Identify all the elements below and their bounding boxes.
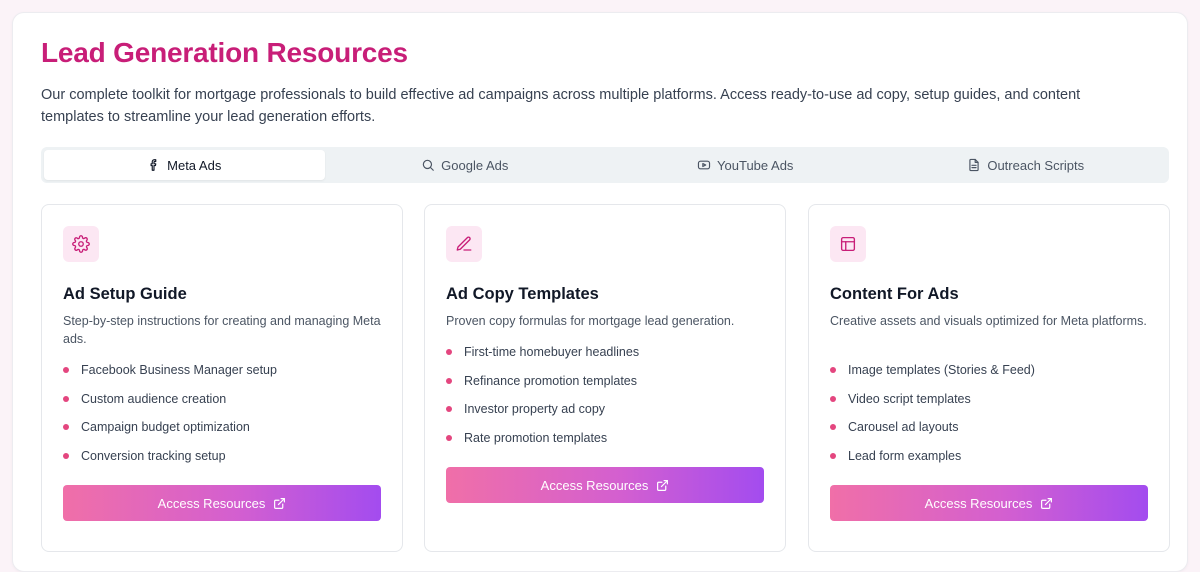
platform-tabs: Meta Ads Google Ads YouTube Ads Outreach… <box>41 147 1169 183</box>
list-item: Investor property ad copy <box>446 395 766 424</box>
feature-text: Investor property ad copy <box>464 402 606 417</box>
card-ad-copy-templates: Ad Copy Templates Proven copy formulas f… <box>424 204 786 552</box>
feature-text: Custom audience creation <box>81 391 227 406</box>
card-icon-badge <box>63 226 99 262</box>
feature-text: First-time homebuyer headlines <box>464 345 640 360</box>
resources-panel: Lead Generation Resources Our complete t… <box>12 12 1188 572</box>
list-item: Refinance promotion templates <box>446 367 766 396</box>
feature-text: Facebook Business Manager setup <box>81 363 277 378</box>
tab-label: Meta Ads <box>167 157 222 173</box>
bullet-dot <box>446 406 452 413</box>
pencil-icon <box>456 236 472 251</box>
bullet-dot <box>63 452 69 459</box>
access-resources-button[interactable]: Access Resources <box>63 485 381 521</box>
external-link-icon <box>657 479 669 491</box>
bullet-dot <box>63 395 69 402</box>
feature-text: Conversion tracking setup <box>81 448 226 463</box>
feature-text: Campaign budget optimization <box>81 420 250 435</box>
card-title: Ad Setup Guide <box>63 285 187 303</box>
access-resources-button[interactable]: Access Resources <box>446 467 764 503</box>
bullet-dot <box>63 367 69 374</box>
feature-text: Image templates (Stories & Feed) <box>848 363 1035 378</box>
tab-google-ads[interactable]: Google Ads <box>325 150 606 180</box>
feature-list: Facebook Business Manager setup Custom a… <box>63 356 383 470</box>
external-link-icon <box>1041 497 1053 509</box>
layout-icon <box>840 236 856 252</box>
bullet-dot <box>446 377 452 384</box>
tab-label: Outreach Scripts <box>987 157 1085 173</box>
list-item: Campaign budget optimization <box>63 413 383 442</box>
bullet-dot <box>830 452 836 459</box>
feature-text: Refinance promotion templates <box>464 373 638 388</box>
tab-label: Google Ads <box>441 157 509 173</box>
list-item: Lead form examples <box>830 442 1150 471</box>
bullet-dot <box>830 424 836 431</box>
feature-text: Video script templates <box>848 391 971 406</box>
card-description: Creative assets and visuals optimized fo… <box>830 314 1147 328</box>
card-description: Proven copy formulas for mortgage lead g… <box>446 314 735 328</box>
page-title: Lead Generation Resources <box>41 37 408 68</box>
bullet-dot <box>446 434 452 441</box>
list-item: Facebook Business Manager setup <box>63 356 383 385</box>
list-item: First-time homebuyer headlines <box>446 338 766 367</box>
tab-outreach-scripts[interactable]: Outreach Scripts <box>886 150 1167 180</box>
list-item: Conversion tracking setup <box>63 442 383 471</box>
card-content-for-ads: Content For Ads Creative assets and visu… <box>808 204 1170 552</box>
tab-label: YouTube Ads <box>717 157 794 173</box>
bullet-dot <box>446 349 452 356</box>
facebook-icon <box>150 159 157 171</box>
feature-list: First-time homebuyer headlines Refinance… <box>446 338 766 452</box>
button-label: Access Resources <box>540 477 649 493</box>
button-label: Access Resources <box>157 495 266 511</box>
card-title: Content For Ads <box>830 285 959 303</box>
tab-meta-ads[interactable]: Meta Ads <box>44 150 325 180</box>
tab-youtube-ads[interactable]: YouTube Ads <box>605 150 886 180</box>
feature-list: Image templates (Stories & Feed) Video s… <box>830 356 1150 470</box>
card-description: Step-by-step instructions for creating a… <box>63 314 381 346</box>
bullet-dot <box>830 367 836 374</box>
youtube-icon <box>697 160 711 170</box>
card-icon-badge <box>446 226 482 262</box>
list-item: Video script templates <box>830 385 1150 414</box>
page-description: Our complete toolkit for mortgage profes… <box>41 87 1081 125</box>
card-title: Ad Copy Templates <box>446 285 599 303</box>
list-item: Custom audience creation <box>63 385 383 414</box>
gear-icon <box>72 235 90 253</box>
list-item: Image templates (Stories & Feed) <box>830 356 1150 385</box>
document-icon <box>969 158 979 172</box>
card-ad-setup-guide: Ad Setup Guide Step-by-step instructions… <box>41 204 403 552</box>
card-icon-badge <box>830 226 866 262</box>
list-item: Rate promotion templates <box>446 424 766 453</box>
feature-text: Rate promotion templates <box>464 430 608 445</box>
external-link-icon <box>274 497 286 509</box>
feature-text: Carousel ad layouts <box>848 420 959 435</box>
search-icon <box>422 159 434 171</box>
feature-text: Lead form examples <box>848 448 962 463</box>
bullet-dot <box>830 395 836 402</box>
button-label: Access Resources <box>924 495 1033 511</box>
list-item: Carousel ad layouts <box>830 413 1150 442</box>
access-resources-button[interactable]: Access Resources <box>830 485 1148 521</box>
bullet-dot <box>63 424 69 431</box>
